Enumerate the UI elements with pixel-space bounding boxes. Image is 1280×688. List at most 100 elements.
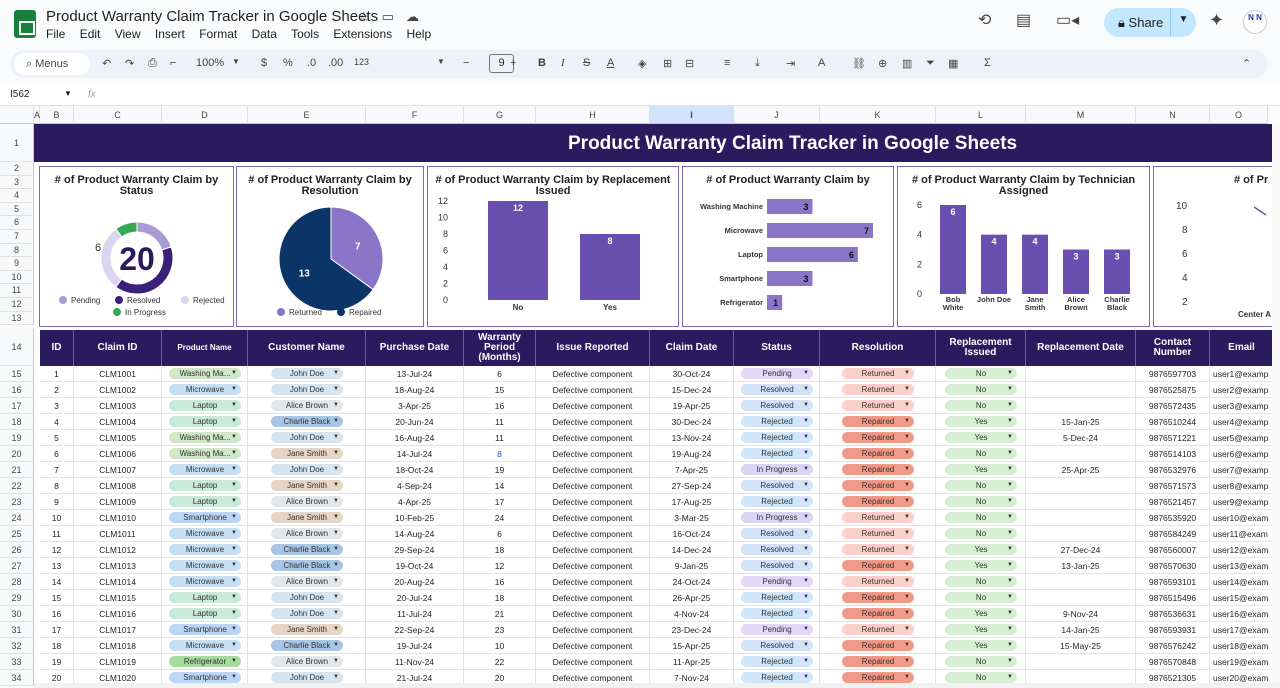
chip-dropdown-icon[interactable]: ▼ xyxy=(1007,496,1013,507)
table-cell[interactable]: 19-Apr-25 xyxy=(650,398,734,414)
status-chip[interactable]: Resolved ▼ xyxy=(741,400,813,411)
document-title[interactable]: Product Warranty Claim Tracker in Google… xyxy=(46,8,378,25)
customer-chip[interactable]: John Doe ▼ xyxy=(271,592,343,603)
chip-dropdown-icon[interactable]: ▼ xyxy=(1007,672,1013,683)
customer-chip[interactable]: Charlie Black ▼ xyxy=(271,640,343,651)
table-cell[interactable]: user11@exam xyxy=(1210,526,1274,542)
customer-chip[interactable]: John Doe ▼ xyxy=(271,368,343,379)
chip-dropdown-icon[interactable]: ▼ xyxy=(1007,448,1013,459)
customer-chip[interactable]: Alice Brown ▼ xyxy=(271,496,343,507)
row-header-16[interactable]: 16 xyxy=(0,382,34,398)
chip-dropdown-icon[interactable]: ▼ xyxy=(1007,464,1013,475)
row-header-14[interactable]: 14 xyxy=(0,329,34,366)
table-cell[interactable]: Defective component xyxy=(536,510,650,526)
status-chip[interactable]: In Progress ▼ xyxy=(741,464,813,475)
status-chip[interactable]: In Progress ▼ xyxy=(741,512,813,523)
table-cell[interactable]: 27-Dec-24 xyxy=(1026,542,1136,558)
filter-views-icon[interactable]: ▦ xyxy=(948,57,958,70)
table-cell[interactable]: 18 xyxy=(464,590,536,606)
zoom-dropdown-icon[interactable]: ▼ xyxy=(232,57,240,66)
row-header-29[interactable]: 29 xyxy=(0,590,34,606)
column-header-k[interactable]: K xyxy=(820,106,936,124)
resolution-chip[interactable]: Repaired ▼ xyxy=(842,592,914,603)
column-header-m[interactable]: M xyxy=(1026,106,1136,124)
product-chip[interactable]: Washing Ma... ▼ xyxy=(169,448,241,459)
chip-dropdown-icon[interactable]: ▼ xyxy=(904,640,910,651)
header-id[interactable]: ID xyxy=(40,330,74,366)
chip-dropdown-icon[interactable]: ▼ xyxy=(231,448,237,459)
chip-dropdown-icon[interactable]: ▼ xyxy=(231,576,237,587)
table-cell[interactable]: Yes ▼ xyxy=(936,542,1026,558)
row-header-13[interactable]: 13 xyxy=(0,311,34,326)
table-cell[interactable]: Microwave ▼ xyxy=(162,462,248,478)
product-chip[interactable]: Laptop ▼ xyxy=(169,416,241,427)
chip-dropdown-icon[interactable]: ▼ xyxy=(904,528,910,539)
row-header-12[interactable]: 12 xyxy=(0,298,34,312)
table-cell[interactable]: Microwave ▼ xyxy=(162,638,248,654)
status-chip[interactable]: Rejected ▼ xyxy=(741,432,813,443)
table-cell[interactable]: Returned ▼ xyxy=(820,398,936,414)
column-header-j[interactable]: J xyxy=(734,106,820,124)
chip-dropdown-icon[interactable]: ▼ xyxy=(231,384,237,395)
chip-dropdown-icon[interactable]: ▼ xyxy=(1007,608,1013,619)
table-cell[interactable]: 13-Jan-25 xyxy=(1026,558,1136,574)
replacement-chip[interactable]: No ▼ xyxy=(945,656,1017,667)
replacement-chip[interactable]: Yes ▼ xyxy=(945,432,1017,443)
table-cell[interactable]: user3@examp xyxy=(1210,398,1274,414)
table-cell[interactable]: 4-Nov-24 xyxy=(650,606,734,622)
table-cell[interactable]: Charlie Black ▼ xyxy=(248,638,366,654)
product-chart-card[interactable]: # of Product Warranty Claim by 3 Washing … xyxy=(682,166,894,327)
row-header-7[interactable]: 7 xyxy=(0,230,34,244)
meet-icon[interactable]: ▭◂ xyxy=(1056,10,1079,30)
table-cell[interactable]: user6@examp xyxy=(1210,446,1274,462)
table-cell[interactable]: No ▼ xyxy=(936,654,1026,670)
table-cell[interactable]: Pending ▼ xyxy=(734,622,820,638)
resolution-chip[interactable]: Returned ▼ xyxy=(842,528,914,539)
chip-dropdown-icon[interactable]: ▼ xyxy=(803,384,809,395)
chart-icon[interactable]: ▥ xyxy=(902,57,912,70)
redo-icon[interactable]: ↷ xyxy=(125,57,134,70)
horizontal-scrollbar[interactable] xyxy=(34,683,1280,688)
table-cell[interactable]: 19-Aug-24 xyxy=(650,446,734,462)
table-cell[interactable]: 18-Oct-24 xyxy=(366,462,464,478)
chip-dropdown-icon[interactable]: ▼ xyxy=(1007,416,1013,427)
table-cell[interactable]: 23 xyxy=(464,622,536,638)
table-cell[interactable] xyxy=(1026,654,1136,670)
menu-tools[interactable]: Tools xyxy=(291,27,319,41)
column-header-c[interactable]: C xyxy=(74,106,162,124)
chip-dropdown-icon[interactable]: ▼ xyxy=(333,560,339,571)
row-header-1[interactable]: 1 xyxy=(0,124,34,162)
table-cell[interactable]: Defective component xyxy=(536,478,650,494)
table-cell[interactable]: 11 xyxy=(464,430,536,446)
print-icon[interactable]: ⎙ xyxy=(148,57,157,70)
product-chip[interactable]: Smartphone ▼ xyxy=(169,624,241,635)
product-chip[interactable]: Laptop ▼ xyxy=(169,480,241,491)
table-cell[interactable]: 15-Apr-25 xyxy=(650,638,734,654)
table-cell[interactable]: 9876584249 xyxy=(1136,526,1210,542)
currency-format[interactable]: $ xyxy=(261,57,267,69)
column-header-o[interactable]: O xyxy=(1210,106,1268,124)
sheets-logo-icon[interactable] xyxy=(14,10,36,38)
row-header-33[interactable]: 33 xyxy=(0,654,34,670)
table-cell[interactable]: 15-Jan-25 xyxy=(1026,414,1136,430)
table-cell[interactable]: 9876536631 xyxy=(1136,606,1210,622)
replacement-chip[interactable]: Yes ▼ xyxy=(945,464,1017,475)
resolution-chip[interactable]: Repaired ▼ xyxy=(842,672,914,683)
replacement-chip[interactable]: No ▼ xyxy=(945,672,1017,683)
table-cell[interactable]: Defective component xyxy=(536,366,650,382)
table-cell[interactable]: Laptop ▼ xyxy=(162,398,248,414)
resolution-chip[interactable]: Repaired ▼ xyxy=(842,608,914,619)
status-chip[interactable]: Pending ▼ xyxy=(741,576,813,587)
text-color-icon[interactable]: A xyxy=(607,57,614,69)
chip-dropdown-icon[interactable]: ▼ xyxy=(333,544,339,555)
table-cell[interactable]: 16 xyxy=(464,398,536,414)
customer-chip[interactable]: John Doe ▼ xyxy=(271,464,343,475)
table-cell[interactable]: Rejected ▼ xyxy=(734,414,820,430)
table-cell[interactable]: 3-Mar-25 xyxy=(650,510,734,526)
decrease-decimal[interactable]: .0 xyxy=(307,57,316,69)
chip-dropdown-icon[interactable]: ▼ xyxy=(231,640,237,651)
product-chip[interactable]: Refrigerator ▼ xyxy=(169,656,241,667)
replacement-chip[interactable]: Yes ▼ xyxy=(945,560,1017,571)
chip-dropdown-icon[interactable]: ▼ xyxy=(231,608,237,619)
borders-icon[interactable]: ⊞ xyxy=(663,57,672,70)
